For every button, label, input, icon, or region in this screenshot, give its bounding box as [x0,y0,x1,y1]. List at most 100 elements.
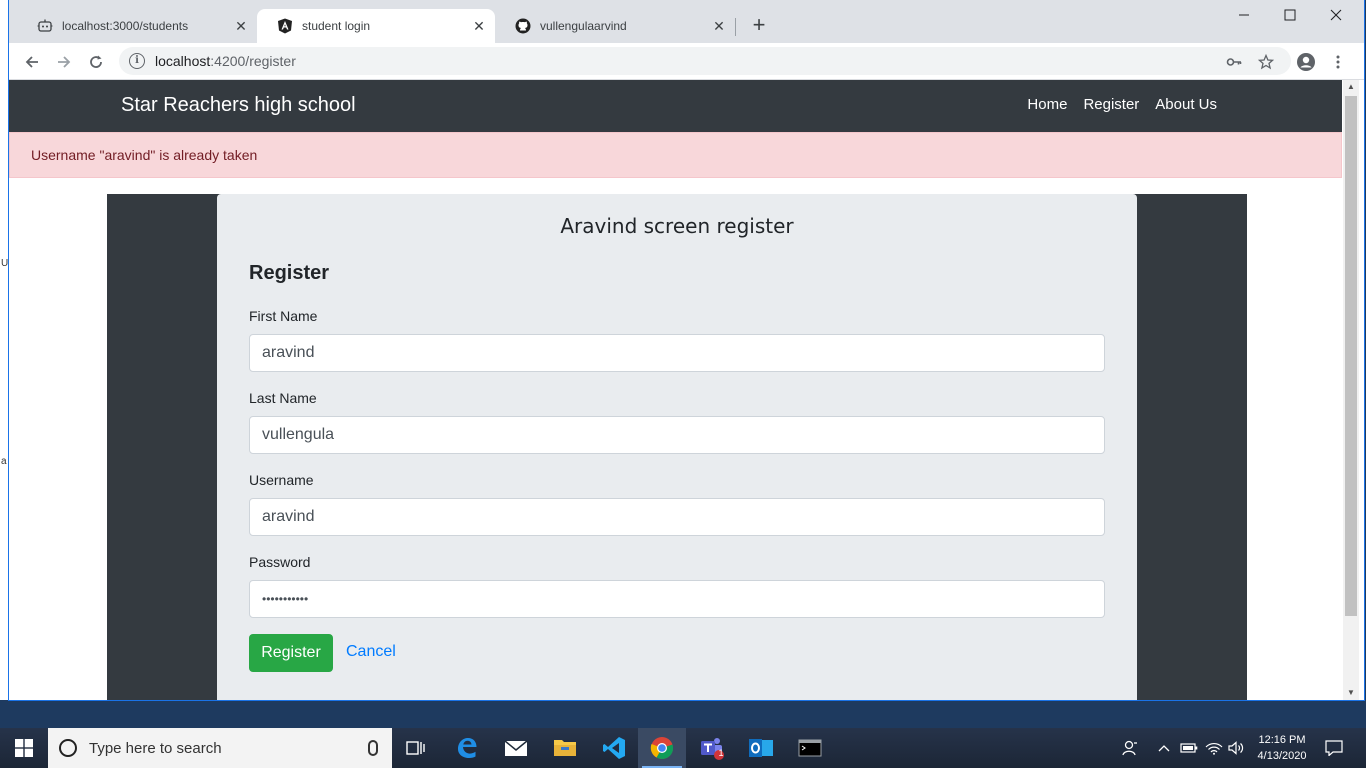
clock-time: 12:16 PM [1258,734,1306,746]
outlook-icon [749,739,773,757]
form-title: Register [249,262,330,284]
star-icon [1258,54,1274,70]
reload-button[interactable] [83,49,109,75]
github-icon [515,18,531,34]
last-name-input[interactable]: vullengula [249,416,1105,454]
url-path: :4200/register [210,53,296,69]
vscode-app[interactable] [590,728,638,768]
password-label: Password [249,554,311,570]
username-input[interactable]: aravind [249,498,1105,536]
page-scrollbar[interactable]: ▲ ▼ [1343,80,1359,700]
battery-icon[interactable] [1178,728,1200,768]
desktop-fragment-text: a [1,456,7,467]
forward-arrow-icon [58,56,71,68]
first-name-label: First Name [249,308,318,324]
taskbar: Type here to search 1 12:16 PM 4/13/2020 [0,728,1366,768]
menu-button[interactable] [1325,49,1351,75]
teams-badge: 1 [718,748,724,758]
jumbotron: Aravind screen register Register First N… [107,194,1247,700]
scroll-up-icon[interactable]: ▲ [1343,80,1359,94]
tab-separator [735,18,736,36]
window-close-button[interactable] [1313,0,1359,30]
cancel-link[interactable]: Cancel [346,643,396,661]
robot-icon [37,18,53,34]
outlook-app[interactable] [737,728,785,768]
new-tab-button[interactable]: + [747,14,771,38]
people-icon[interactable] [1118,728,1142,768]
edge-app[interactable] [443,728,491,768]
back-arrow-icon [25,56,38,68]
tab-title: localhost:3000/students [62,19,189,33]
nav-about-link[interactable]: About Us [1155,96,1217,113]
clock-date: 4/13/2020 [1257,750,1307,762]
vscode-icon [603,737,625,759]
windows-logo-icon [15,739,33,757]
mail-app[interactable] [492,728,540,768]
maximize-button[interactable] [1267,0,1313,30]
last-name-label: Last Name [249,390,317,406]
minimize-icon [1239,14,1249,16]
tab-student-login[interactable]: student login ✕ [257,9,495,43]
forward-button[interactable] [51,49,77,75]
system-clock[interactable]: 12:16 PM 4/13/2020 [1250,732,1314,764]
folder-icon [554,740,576,756]
maximize-icon [1284,9,1296,21]
info-icon[interactable]: i [129,53,145,69]
page-viewport: Star Reachers high school Home Register … [9,80,1342,700]
start-button[interactable] [0,728,48,768]
close-icon [1330,9,1342,21]
close-icon[interactable]: ✕ [711,18,727,34]
tab-title: vullengulaarvind [540,19,627,33]
task-view-icon [406,741,425,755]
account-icon [1297,53,1315,71]
file-explorer-app[interactable] [541,728,589,768]
edge-icon [458,738,477,758]
close-icon[interactable]: ✕ [471,18,487,34]
url-host: localhost [155,53,211,69]
chevron-up-icon[interactable] [1154,728,1174,768]
address-bar: i localhost:4200/register [9,43,1364,80]
password-input[interactable]: ••••••••••• [249,580,1105,618]
search-placeholder: Type here to search [89,739,222,757]
reload-icon [90,55,102,68]
register-card: Aravind screen register Register First N… [217,194,1137,700]
url-field[interactable]: i localhost:4200/register [119,47,1291,75]
register-button[interactable]: Register [249,634,333,672]
site-brand[interactable]: Star Reachers high school [121,94,356,117]
profile-button[interactable] [1293,49,1319,75]
terminal-app[interactable] [786,728,834,768]
close-icon[interactable]: ✕ [233,18,249,34]
nav-register-link[interactable]: Register [1083,96,1139,113]
task-view-button[interactable] [392,728,440,768]
more-vert-icon [1336,55,1340,69]
minimize-button[interactable] [1221,0,1267,30]
mail-icon [504,740,528,756]
wifi-icon[interactable] [1203,728,1225,768]
cortana-icon [59,739,77,757]
tab-strip: localhost:3000/students ✕ student login … [9,0,1364,43]
error-alert: Username "aravind" is already taken [9,132,1342,178]
tab-github[interactable]: vullengulaarvind ✕ [495,9,735,43]
password-key-button[interactable] [1221,49,1247,75]
chrome-app[interactable] [638,728,686,768]
tab-title: student login [302,19,371,33]
angular-icon [277,18,293,34]
volume-icon[interactable] [1226,728,1248,768]
nav-home-link[interactable]: Home [1027,96,1067,113]
scroll-down-icon[interactable]: ▼ [1343,686,1359,700]
microphone-icon[interactable] [368,740,378,756]
back-button[interactable] [19,49,45,75]
card-header: Aravind screen register [560,214,794,238]
username-label: Username [249,472,314,488]
teams-app[interactable]: 1 [688,728,736,768]
taskbar-search[interactable]: Type here to search [48,728,392,768]
tab-students[interactable]: localhost:3000/students ✕ [17,9,257,43]
bookmark-button[interactable] [1253,49,1279,75]
terminal-icon [798,739,822,757]
site-navbar: Star Reachers high school Home Register … [9,80,1342,132]
nav-links: Home Register About Us [1027,96,1217,113]
scroll-thumb[interactable] [1345,96,1357,616]
first-name-input[interactable]: aravind [249,334,1105,372]
chrome-icon [650,737,674,760]
notifications-icon[interactable] [1320,728,1348,768]
